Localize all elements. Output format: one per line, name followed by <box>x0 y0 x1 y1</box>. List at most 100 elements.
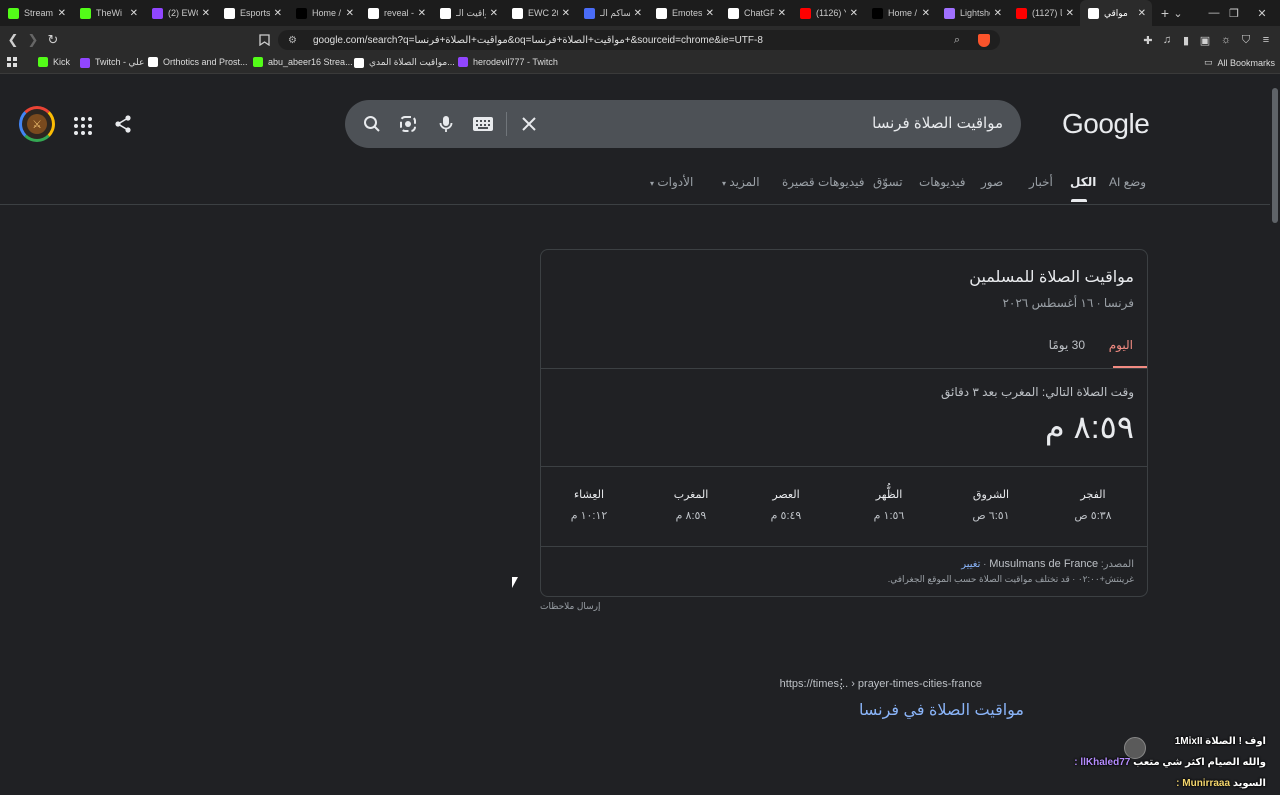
lens-icon[interactable] <box>397 113 419 135</box>
brave-shield-icon[interactable] <box>978 33 990 47</box>
tab-videos[interactable]: فيديوهات <box>919 175 965 189</box>
bookmark-item[interactable]: Kick <box>38 57 70 67</box>
tab-ai-mode[interactable]: وضع AI <box>1109 175 1146 189</box>
prayer-fajr: الفجر ٥:٣٨ ص <box>1043 488 1143 522</box>
send-feedback-link[interactable]: إرسال ملاحظات <box>540 601 601 612</box>
tab-close-icon[interactable]: ✕ <box>490 8 498 19</box>
google-apps-icon[interactable] <box>72 115 92 135</box>
tab-close-icon[interactable]: ✕ <box>346 8 354 19</box>
tab-label: Esports W <box>240 8 270 18</box>
browser-tab[interactable]: Emotes - I ✕ <box>648 0 720 26</box>
bookmark-item[interactable]: Orthotics and Prost... <box>148 57 248 67</box>
tab-close-icon[interactable]: ✕ <box>418 8 426 19</box>
search-query-text: مواقيت الصلاة فرنسا <box>872 115 1003 132</box>
tab-close-icon[interactable]: ✕ <box>778 8 786 19</box>
tab-close-icon[interactable]: ✕ <box>202 8 210 19</box>
browser-tab[interactable]: Esports W ✕ <box>216 0 288 26</box>
browser-tab[interactable]: (2) EWC_s ✕ <box>144 0 216 26</box>
tab-close-icon[interactable]: ✕ <box>1138 8 1146 19</box>
bookmark-favicon-icon <box>354 57 364 68</box>
site-info-icon[interactable]: ⚙ <box>288 35 297 46</box>
media-music-icon[interactable]: ♫ <box>1160 33 1174 47</box>
change-source-link[interactable]: تغيير <box>961 559 980 570</box>
microphone-icon[interactable] <box>435 113 457 135</box>
chat-avatar <box>1124 737 1146 759</box>
scrollbar-thumb[interactable] <box>1272 88 1278 223</box>
bookmark-item[interactable]: Twitch - علي <box>80 57 144 68</box>
browser-tab-bar: Stream✕TheWi✕(2) EWC_s✕Esports W✕Home / … <box>0 0 1280 26</box>
browser-tab[interactable]: reveal - Li ✕ <box>360 0 432 26</box>
result-title-link[interactable]: مواقيت الصلاة في فرنسا <box>859 700 1024 720</box>
url-bar[interactable]: ⚙ google.com/search?q=مواقيت+الصلاة+فرنس… <box>278 30 1000 50</box>
bookmark-item[interactable]: مواقيت الصلاة المدي... <box>354 57 455 68</box>
tab-label: TheWi <box>96 8 123 18</box>
tab-close-icon[interactable]: ✕ <box>994 8 1002 19</box>
bookmark-star-icon[interactable] <box>255 31 273 49</box>
browser-tab[interactable]: ChatGPTIn ✕ <box>720 0 792 26</box>
tab-close-icon[interactable]: ✕ <box>922 8 930 19</box>
tab-close-icon[interactable]: ✕ <box>706 8 714 19</box>
tab-close-icon[interactable]: ✕ <box>562 8 570 19</box>
clear-search-icon[interactable] <box>518 113 540 135</box>
menu-icon[interactable]: ≡ <box>1259 33 1273 47</box>
tab-more[interactable]: المزيد ▾ <box>722 175 760 189</box>
browser-tab[interactable]: Home / X ✕ <box>288 0 360 26</box>
browser-tab[interactable]: Stream ✕ <box>0 0 72 26</box>
extensions-puzzle-icon[interactable]: ✚ <box>1141 33 1155 47</box>
sidebar-icon[interactable]: ▮ <box>1179 33 1193 47</box>
tab-today[interactable]: اليوم <box>1109 338 1133 352</box>
tab-close-icon[interactable]: ✕ <box>1066 8 1074 19</box>
tab-close-icon[interactable]: ✕ <box>130 8 138 19</box>
tab-all[interactable]: الكل <box>1070 175 1096 189</box>
zoom-icon[interactable]: ⌕ <box>954 34 960 47</box>
vpn-icon[interactable]: ☼ <box>1219 33 1233 47</box>
account-avatar[interactable]: ⚔ <box>19 106 55 142</box>
tab-close-icon[interactable]: ✕ <box>634 8 642 19</box>
browser-tab[interactable]: مساكم الـ ✕ <box>576 0 648 26</box>
browser-tab[interactable]: مواقي ✕ <box>1080 0 1152 26</box>
back-icon[interactable]: ❮ <box>4 31 22 49</box>
browser-tab[interactable]: EWC 2026 ✕ <box>504 0 576 26</box>
tab-close-icon[interactable]: ✕ <box>850 8 858 19</box>
wallet-icon[interactable]: ▣ <box>1198 33 1212 47</box>
bookmark-item[interactable]: herodevil777 - Twitch <box>458 57 558 67</box>
tab-label: مواقي <box>1104 7 1128 18</box>
tab-favicon-icon <box>1088 7 1099 19</box>
tab-label: (1126) You <box>816 8 846 18</box>
tab-tools[interactable]: الأدوات ▾ <box>650 175 693 189</box>
browser-tab[interactable]: مواقيت الـ ✕ <box>432 0 504 26</box>
tab-30-days[interactable]: 30 يومًا <box>1049 338 1085 352</box>
tab-news[interactable]: أخبار <box>1029 175 1053 189</box>
keyboard-icon[interactable] <box>472 113 494 135</box>
tab-close-icon[interactable]: ✕ <box>58 8 66 19</box>
forward-icon[interactable]: ❯ <box>24 31 42 49</box>
source-label: المصدر: <box>1100 559 1134 570</box>
reload-icon[interactable]: ↻ <box>44 31 62 49</box>
apps-grid-icon[interactable] <box>7 57 17 67</box>
search-icon[interactable] <box>361 113 383 135</box>
browser-tab[interactable]: (1126) You ✕ <box>792 0 864 26</box>
bookmark-label: مواقيت الصلاة المدي... <box>369 57 455 67</box>
all-bookmarks-folder[interactable]: ▭ All Bookmarks <box>1204 57 1275 68</box>
browser-tab[interactable]: (1127) ريا ✕ <box>1008 0 1080 26</box>
tab-search-icon[interactable]: ⌄ <box>1160 0 1196 26</box>
bookmark-item[interactable]: abu_abeer16 Strea... <box>253 57 353 67</box>
browser-tab[interactable]: Lightshot ✕ <box>936 0 1008 26</box>
share-icon[interactable] <box>113 114 133 134</box>
browser-tab[interactable]: TheWi ✕ <box>72 0 144 26</box>
shield-icon[interactable]: ⛉ <box>1239 33 1253 47</box>
tab-label: (2) EWC_s <box>168 8 198 18</box>
browser-tab[interactable]: Home / X ✕ <box>864 0 936 26</box>
tab-label: EWC 2026 <box>528 8 558 18</box>
search-box[interactable]: مواقيت الصلاة فرنسا <box>345 100 1021 148</box>
chevron-down-icon: ▾ <box>722 179 727 188</box>
google-logo[interactable]: Google <box>1062 108 1150 140</box>
tab-shopping[interactable]: تسوّق <box>873 175 903 189</box>
source-name: Musulmans de France <box>989 558 1099 570</box>
tab-images[interactable]: صور <box>981 175 1003 189</box>
card-divider <box>541 368 1147 369</box>
tab-close-icon[interactable]: ✕ <box>274 8 282 19</box>
tab-label: ChatGPTIn <box>744 8 774 18</box>
tab-short-videos[interactable]: فيديوهات قصيرة <box>782 175 864 189</box>
close-window-button[interactable]: ✕ <box>1244 0 1280 26</box>
